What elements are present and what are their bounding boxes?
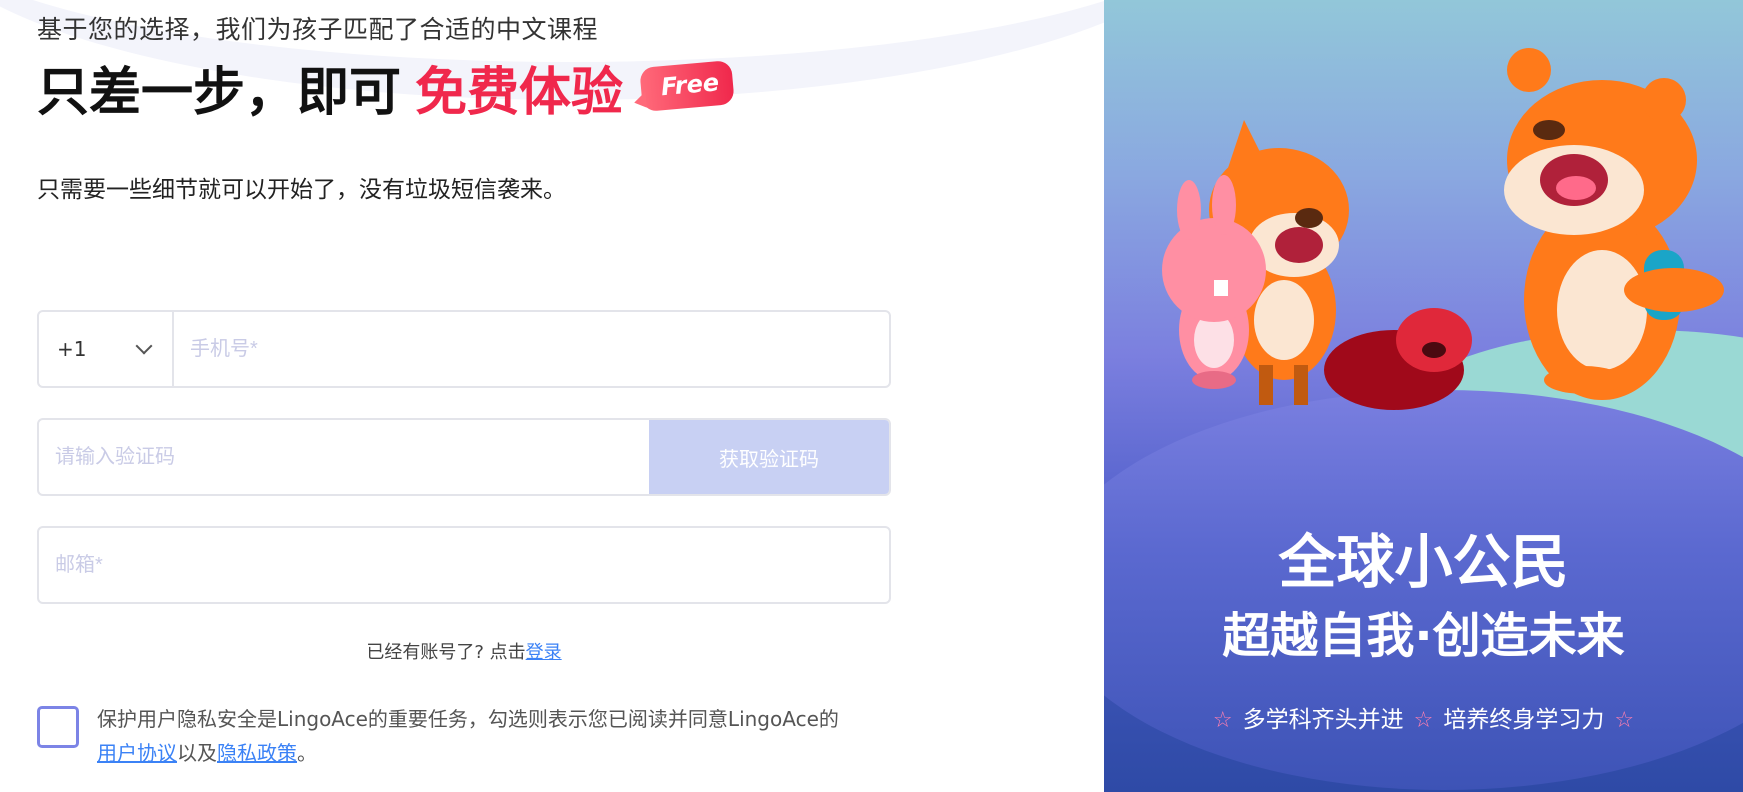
agreement-checkbox[interactable] — [37, 706, 79, 748]
promo-panel: 全球小公民 超越自我·创造未来 ☆ 多学科齐头并进 ☆ 培养终身学习力 ☆ — [1104, 0, 1743, 792]
promo-slogan-2: 超越自我·创造未来 — [1222, 608, 1625, 664]
tiger-mascot — [1504, 48, 1724, 400]
email-field — [37, 526, 891, 604]
country-code-select[interactable]: +1 — [39, 312, 174, 386]
agreement-body: 保护用户隐私安全是LingoAce的重要任务，勾选则表示您已阅读并同意Lingo… — [97, 707, 839, 731]
signup-panel: 基于您的选择，我们为孩子匹配了合适的中文课程 只差一步，即可 免费体验 Free… — [0, 0, 1104, 792]
agreement-end: 。 — [297, 741, 317, 765]
promo-tags: ☆ 多学科齐头并进 ☆ 培养终身学习力 ☆ — [1104, 700, 1743, 734]
login-prompt: 已经有账号了? 点击登录 — [0, 638, 928, 664]
star-icon: ☆ — [1614, 708, 1635, 733]
free-badge: Free — [639, 59, 735, 112]
page-description: 只需要一些细节就可以开始了，没有垃圾短信袭来。 — [37, 177, 566, 203]
verification-code-input[interactable] — [39, 420, 649, 494]
title-main: 只差一步，即可 — [37, 63, 402, 123]
agreement-and: 以及 — [177, 741, 217, 765]
chevron-down-icon — [135, 337, 153, 355]
promo-tag-1: 多学科齐头并进 — [1242, 707, 1404, 733]
star-icon: ☆ — [1212, 708, 1233, 733]
privacy-policy-link[interactable]: 隐私政策 — [217, 741, 297, 765]
user-agreement-link[interactable]: 用户协议 — [97, 741, 177, 765]
country-code-value: +1 — [57, 337, 87, 361]
mascot-illustration — [1162, 48, 1724, 410]
page-title: 只差一步，即可 免费体验 Free — [37, 50, 735, 125]
email-input[interactable] — [39, 528, 889, 602]
promo-slogan-1: 全球小公民 — [1278, 528, 1569, 596]
page-subtitle: 基于您的选择，我们为孩子匹配了合适的中文课程 — [37, 15, 599, 44]
phone-input[interactable] — [174, 312, 889, 386]
login-prompt-text: 已经有账号了? 点击 — [366, 642, 526, 663]
title-accent: 免费体验 — [415, 63, 624, 123]
login-link[interactable]: 登录 — [526, 642, 562, 663]
star-icon: ☆ — [1413, 708, 1434, 733]
squirrel-mascot — [1324, 308, 1472, 410]
verification-code-field: 获取验证码 — [37, 418, 891, 496]
phone-field: +1 — [37, 310, 891, 388]
promo-tag-2: 培养终身学习力 — [1443, 707, 1605, 733]
get-code-button[interactable]: 获取验证码 — [649, 420, 889, 494]
agreement-text: 保护用户隐私安全是LingoAce的重要任务，勾选则表示您已阅读并同意Lingo… — [97, 702, 897, 770]
